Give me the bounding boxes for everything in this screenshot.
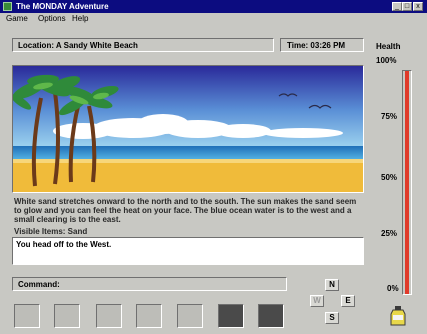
location-description: White sand stretches onward to the north…	[14, 197, 357, 224]
west-button[interactable]: W	[310, 295, 324, 307]
command-input[interactable]	[61, 280, 281, 289]
inventory-slot[interactable]	[218, 304, 244, 328]
maximize-button[interactable]: □	[402, 2, 412, 11]
north-button[interactable]: N	[325, 279, 339, 291]
menu-game[interactable]: Game	[6, 14, 28, 24]
command-bar: Command:	[12, 277, 287, 291]
south-button[interactable]: S	[325, 312, 339, 324]
time-text: Time: 03:26 PM	[287, 41, 346, 50]
result-box: You head off to the West.	[12, 237, 364, 265]
visible-items: Visible Items: Sand	[14, 227, 88, 236]
beach-scene-image	[13, 66, 363, 192]
title-bar[interactable]: The MONDAY Adventure _ □ x	[0, 0, 427, 13]
inventory-slot[interactable]	[54, 304, 80, 328]
health-label: Health	[376, 42, 401, 51]
health-bar-fill	[405, 71, 409, 294]
health-tick-50: 50%	[381, 173, 398, 182]
compass: N W E S	[303, 279, 361, 327]
menu-bar: Game Options Help	[0, 13, 427, 25]
close-button[interactable]: x	[413, 2, 423, 11]
menu-help[interactable]: Help	[72, 14, 88, 24]
command-label: Command:	[18, 280, 60, 289]
health-bar	[402, 70, 412, 295]
location-text: Location: A Sandy White Beach	[18, 41, 138, 50]
health-tick-100: 100%	[376, 56, 397, 65]
time-display: Time: 03:26 PM	[280, 38, 364, 52]
app-icon	[3, 2, 12, 11]
health-tick-0: 0%	[387, 284, 399, 293]
result-text: You head off to the West.	[16, 240, 112, 249]
inventory-slot[interactable]	[177, 304, 203, 328]
health-tick-75: 75%	[381, 112, 398, 121]
scene-view	[12, 65, 364, 193]
minimize-button[interactable]: _	[392, 2, 402, 11]
inventory-slot[interactable]	[258, 304, 284, 328]
location-bar: Location: A Sandy White Beach	[12, 38, 274, 52]
pep-bottle-icon	[390, 306, 406, 326]
inventory-slot[interactable]	[96, 304, 122, 328]
inventory-slot[interactable]	[14, 304, 40, 328]
menu-options[interactable]: Options	[38, 14, 66, 24]
health-tick-25: 25%	[381, 229, 398, 238]
inventory-slot[interactable]	[136, 304, 162, 328]
east-button[interactable]: E	[341, 295, 355, 307]
window-title: The MONDAY Adventure	[16, 2, 109, 11]
